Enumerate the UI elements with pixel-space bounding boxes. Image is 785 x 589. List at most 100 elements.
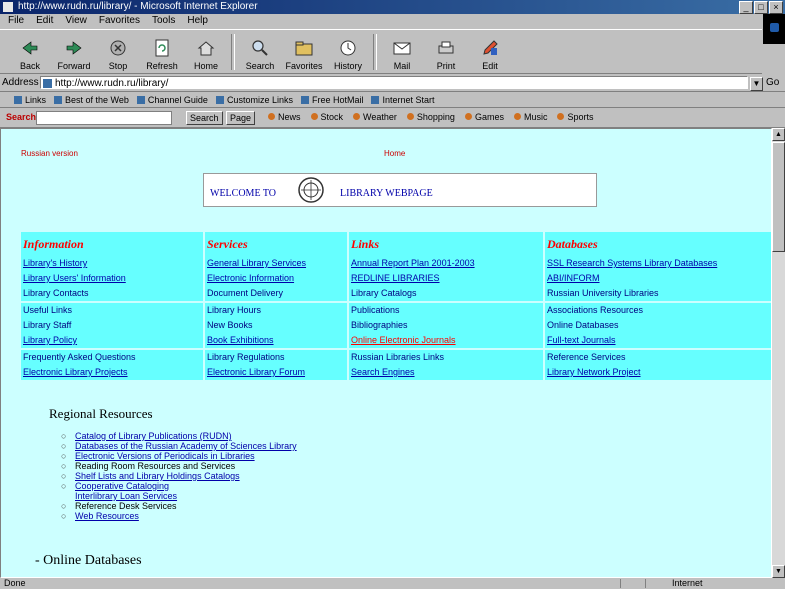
resource-link[interactable]: Databases of the Russian Academy of Scie… xyxy=(75,441,297,451)
address-input[interactable]: http://www.rudn.ru/library/ xyxy=(40,76,748,89)
back-button[interactable]: Back xyxy=(8,30,52,74)
table-cell-link[interactable]: Russian Libraries Links xyxy=(348,348,545,365)
table-row: Library's History General Library Servic… xyxy=(21,256,771,271)
table-cell-link[interactable]: Library Users' Information xyxy=(21,271,205,286)
table-cell-link[interactable]: ABI/INFORM xyxy=(544,271,771,286)
list-item: ○ Shelf Lists and Library Holdings Catalo… xyxy=(61,471,240,481)
stop-icon xyxy=(108,39,128,57)
search-toolbar-item[interactable]: Shopping xyxy=(407,112,455,122)
history-button[interactable]: History xyxy=(326,30,370,74)
home-button[interactable]: Home xyxy=(184,30,228,74)
online-databases-heading: - Online Databases xyxy=(35,553,142,568)
table-cell-link[interactable]: Library Hours xyxy=(204,301,349,318)
column-header-databases: Databases xyxy=(544,232,771,256)
list-item: ○ Web Resources xyxy=(61,511,139,521)
search-button[interactable]: Search xyxy=(238,30,282,74)
table-cell-link[interactable]: Frequently Asked Questions xyxy=(21,348,205,365)
mail-button[interactable]: Mail xyxy=(380,30,424,74)
forward-button[interactable]: Forward xyxy=(52,30,96,74)
table-cell-link[interactable]: SSL Research Systems Library Databases xyxy=(544,256,771,271)
links-item[interactable]: Free HotMail xyxy=(301,92,364,107)
menu-edit[interactable]: Edit xyxy=(36,14,53,28)
table-cell-link[interactable]: Library Network Project xyxy=(544,365,771,380)
history-icon xyxy=(338,39,358,57)
page-content: Russian version Home WELCOME TO LIBRARY … xyxy=(0,128,772,578)
print-button[interactable]: Print xyxy=(424,30,468,74)
scroll-down-icon[interactable]: ▼ xyxy=(772,565,785,578)
edit-button[interactable]: Edit xyxy=(468,30,512,74)
mail-icon xyxy=(392,39,412,57)
search-toolbar-item[interactable]: Stock xyxy=(311,112,344,122)
resource-link[interactable]: Catalog of Library Publications (RUDN) xyxy=(75,431,232,441)
minimize-button[interactable]: _ xyxy=(739,1,753,14)
table-cell-link[interactable]: Useful Links xyxy=(21,301,205,318)
resource-link[interactable]: Electronic Versions of Periodicals in Li… xyxy=(75,451,255,461)
links-item[interactable]: Customize Links xyxy=(216,92,293,107)
home-link[interactable]: Home xyxy=(384,149,405,158)
stop-button[interactable]: Stop xyxy=(96,30,140,74)
table-cell-link[interactable]: Publications xyxy=(348,301,545,318)
links-item[interactable]: Links xyxy=(14,92,46,107)
menu-file[interactable]: File xyxy=(8,14,24,28)
close-button[interactable]: × xyxy=(769,1,783,14)
go-button[interactable]: Go xyxy=(766,77,779,88)
search-toolbar-item[interactable]: Weather xyxy=(353,112,397,122)
scrollbar-thumb[interactable] xyxy=(772,142,785,252)
search-toolbar-page-button[interactable]: Page xyxy=(226,111,256,125)
address-label: Address xyxy=(2,77,39,88)
list-item: ○ Catalog of Library Publications (RUDN) xyxy=(61,431,232,441)
links-item[interactable]: Internet Start xyxy=(371,92,434,107)
search-toolbar-item[interactable]: Music xyxy=(514,112,548,122)
table-cell-link[interactable]: REDLINE LIBRARIES xyxy=(348,271,545,286)
search-toolbar-search-button[interactable]: Search xyxy=(186,111,223,125)
menu-view[interactable]: View xyxy=(65,14,87,28)
table-cell-link[interactable]: New Books xyxy=(204,318,349,333)
table-cell-link[interactable]: Online Electronic Journals xyxy=(348,333,545,349)
table-cell-link[interactable]: Reference Services xyxy=(544,348,771,365)
table-cell-link[interactable]: Associations Resources xyxy=(544,301,771,318)
menu-help[interactable]: Help xyxy=(187,14,208,28)
table-cell-link[interactable]: Bibliographies xyxy=(348,318,545,333)
table-cell-link[interactable]: General Library Services xyxy=(204,256,349,271)
address-dropdown-button[interactable]: ▼ xyxy=(750,77,763,91)
table-cell-link[interactable]: Electronic Information xyxy=(204,271,349,286)
search-toolbar-item[interactable]: Games xyxy=(465,112,504,122)
maximize-button[interactable]: □ xyxy=(754,1,768,14)
search-toolbar-input[interactable] xyxy=(36,111,172,125)
table-cell-link[interactable]: Library Contacts xyxy=(21,286,205,302)
favorites-button[interactable]: Favorites xyxy=(282,30,326,74)
table-cell-link[interactable]: Russian University Libraries xyxy=(544,286,771,302)
resource-link[interactable]: Cooperative Cataloging xyxy=(75,481,169,491)
banner-text-left: WELCOME TO xyxy=(210,188,277,199)
menu-favorites[interactable]: Favorites xyxy=(99,14,140,28)
table-cell-link[interactable]: Library's History xyxy=(21,256,205,271)
table-cell-link[interactable]: Annual Report Plan 2001-2003 xyxy=(348,256,545,271)
table-cell-link[interactable]: Electronic Library Projects xyxy=(21,365,205,380)
table-cell-link[interactable]: Full-text Journals xyxy=(544,333,771,349)
status-bar: Done Internet xyxy=(0,578,785,589)
links-item[interactable]: Best of the Web xyxy=(54,92,129,107)
table-cell-link[interactable]: Document Delivery xyxy=(204,286,349,302)
address-value: http://www.rudn.ru/library/ xyxy=(55,78,169,89)
search-toolbar-item[interactable]: News xyxy=(268,112,301,122)
resource-link[interactable]: Interlibrary Loan Services xyxy=(75,491,177,501)
search-icon xyxy=(250,39,270,57)
table-cell-link[interactable]: Book Exhibitions xyxy=(204,333,349,349)
search-toolbar-item[interactable]: Sports xyxy=(557,112,593,122)
table-cell-link[interactable]: Library Catalogs xyxy=(348,286,545,302)
back-arrow-icon xyxy=(20,39,40,57)
scroll-up-icon[interactable]: ▲ xyxy=(772,128,785,141)
table-cell-link[interactable]: Library Policy xyxy=(21,333,205,349)
links-item[interactable]: Channel Guide xyxy=(137,92,208,107)
resource-link[interactable]: Web Resources xyxy=(75,511,139,521)
menu-tools[interactable]: Tools xyxy=(152,14,175,28)
table-cell-link[interactable]: Electronic Library Forum xyxy=(204,365,349,380)
vertical-scrollbar[interactable]: ▲ ▼ xyxy=(772,128,785,578)
table-cell-link[interactable]: Online Databases xyxy=(544,318,771,333)
refresh-button[interactable]: Refresh xyxy=(140,30,184,74)
russian-version-link[interactable]: Russian version xyxy=(21,149,78,158)
table-cell-link[interactable]: Search Engines xyxy=(348,365,545,380)
table-cell-link[interactable]: Library Staff xyxy=(21,318,205,333)
table-cell-link[interactable]: Library Regulations xyxy=(204,348,349,365)
resource-link[interactable]: Shelf Lists and Library Holdings Catalog… xyxy=(75,471,240,481)
